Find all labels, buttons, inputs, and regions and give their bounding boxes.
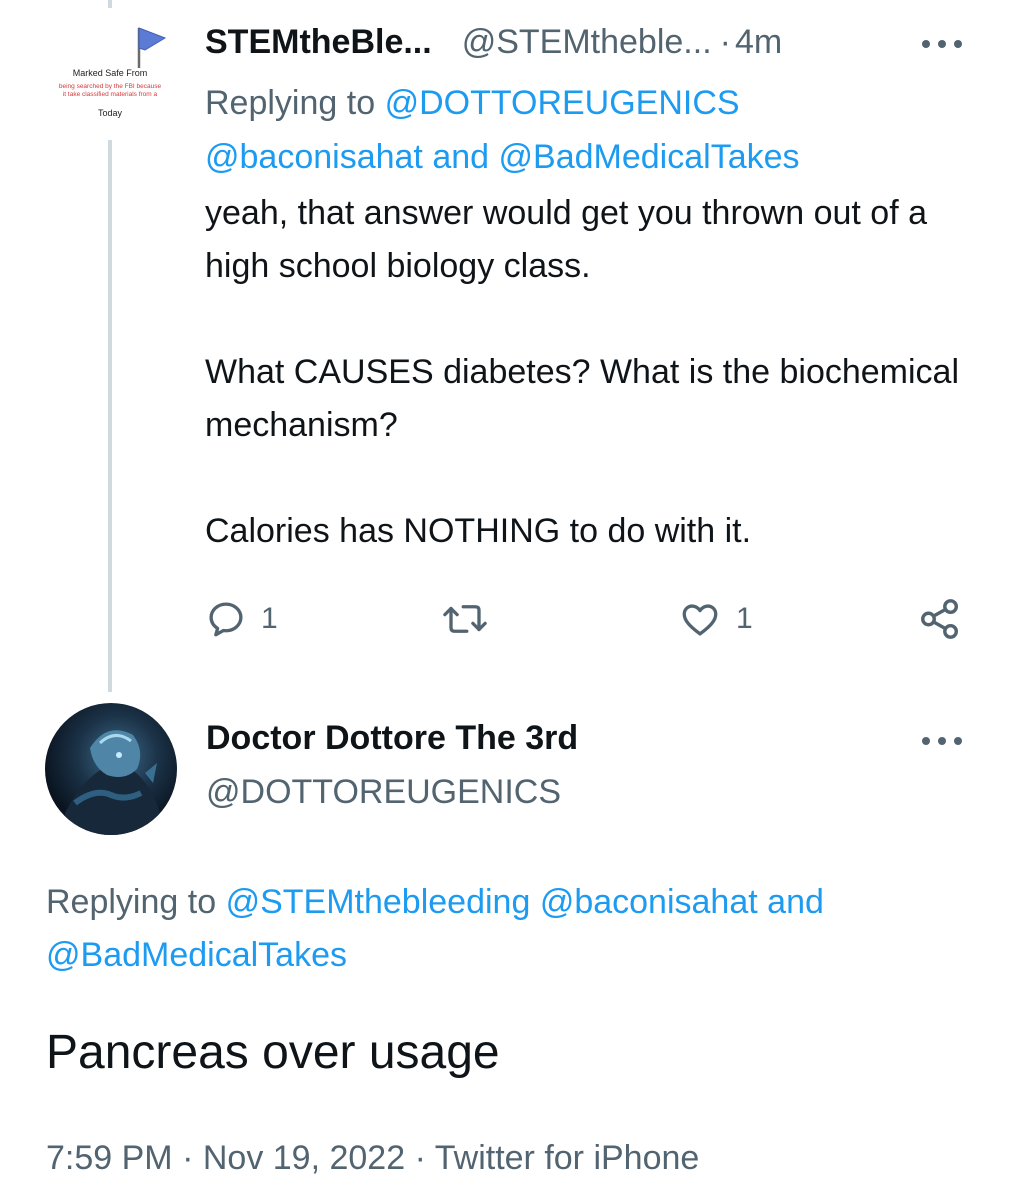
mention-link[interactable]: @baconisahat: [540, 883, 758, 921]
mention-link[interactable]: @baconisahat: [205, 138, 423, 176]
like-button[interactable]: 1: [678, 596, 753, 642]
replying-to-label: Replying to: [205, 84, 376, 122]
like-icon: [682, 604, 718, 636]
tweet-action-bar: 1 1: [205, 596, 975, 642]
share-button[interactable]: [917, 596, 963, 642]
main-author-handle[interactable]: @DOTTOREUGENICS: [206, 770, 561, 814]
reply-tweet-header: STEMtheBle... @STEMtheble... · 4m: [205, 20, 985, 64]
main-tweet-replying-to: Replying to @STEMthebleeding @baconisaha…: [46, 876, 976, 982]
mention-and[interactable]: and: [432, 138, 489, 176]
thread-line-top: [108, 0, 112, 8]
meta-separator: ·: [182, 1139, 194, 1177]
more-icon[interactable]: [920, 733, 964, 749]
reply-icon: [209, 602, 243, 637]
sticker-title: Marked Safe From: [72, 68, 148, 78]
share-icon: [921, 599, 959, 639]
reply-author-handle[interactable]: @STEMtheble...: [462, 23, 712, 61]
tweet-paragraph: Calories has NOTHING to do with it.: [205, 512, 752, 550]
main-author-name[interactable]: Doctor Dottore The 3rd: [206, 716, 578, 760]
tweet-paragraph: yeah, that answer would get you thrown o…: [205, 194, 928, 285]
reply-author-avatar[interactable]: Marked Safe From being searched by the F…: [40, 10, 180, 135]
more-icon[interactable]: [920, 36, 964, 52]
reply-timestamp[interactable]: 4m: [735, 23, 782, 61]
thread-line: [108, 140, 112, 692]
sticker-subtitle-line2: it take classified materials from a: [62, 91, 158, 98]
reply-tweet-replying-to: Replying to @DOTTOREUGENICS @baconisahat…: [205, 76, 985, 184]
tweet-date[interactable]: Nov 19, 2022: [203, 1139, 405, 1177]
reply-author-name[interactable]: STEMtheBle...: [205, 23, 432, 61]
main-tweet-body: Pancreas over usage: [46, 1026, 500, 1079]
main-tweet-meta: 7:59 PM · Nov 19, 2022 · Twitter for iPh…: [46, 1134, 699, 1182]
sticker-subtitle: being searched by the FBI because it tak…: [40, 83, 180, 99]
tweet-paragraph: What CAUSES diabetes? What is the bioche…: [205, 353, 960, 444]
mention-link[interactable]: @BadMedicalTakes: [46, 936, 347, 974]
tweet-source[interactable]: Twitter for iPhone: [435, 1139, 700, 1177]
reply-count: 1: [261, 602, 278, 635]
avatar-image: [65, 730, 160, 835]
flag-icon: [137, 27, 167, 68]
like-count: 1: [736, 602, 753, 635]
meta-separator: ·: [414, 1139, 426, 1177]
mention-link[interactable]: @BadMedicalTakes: [499, 138, 800, 176]
replying-to-label: Replying to: [46, 883, 217, 921]
reply-tweet-body: yeah, that answer would get you thrown o…: [205, 187, 985, 558]
sticker-subtitle-line1: being searched by the FBI because: [58, 83, 162, 90]
tweet-time[interactable]: 7:59 PM: [46, 1139, 173, 1177]
retweet-icon: [443, 605, 487, 633]
mention-link[interactable]: @STEMthebleeding: [226, 883, 531, 921]
header-separator: ·: [719, 23, 731, 61]
mention-and[interactable]: and: [767, 883, 824, 921]
main-author-avatar[interactable]: [45, 703, 177, 835]
sticker-footer: Today: [97, 108, 123, 118]
retweet-button[interactable]: [442, 596, 502, 642]
mention-link[interactable]: @DOTTOREUGENICS: [385, 84, 740, 122]
reply-button[interactable]: 1: [205, 596, 278, 642]
